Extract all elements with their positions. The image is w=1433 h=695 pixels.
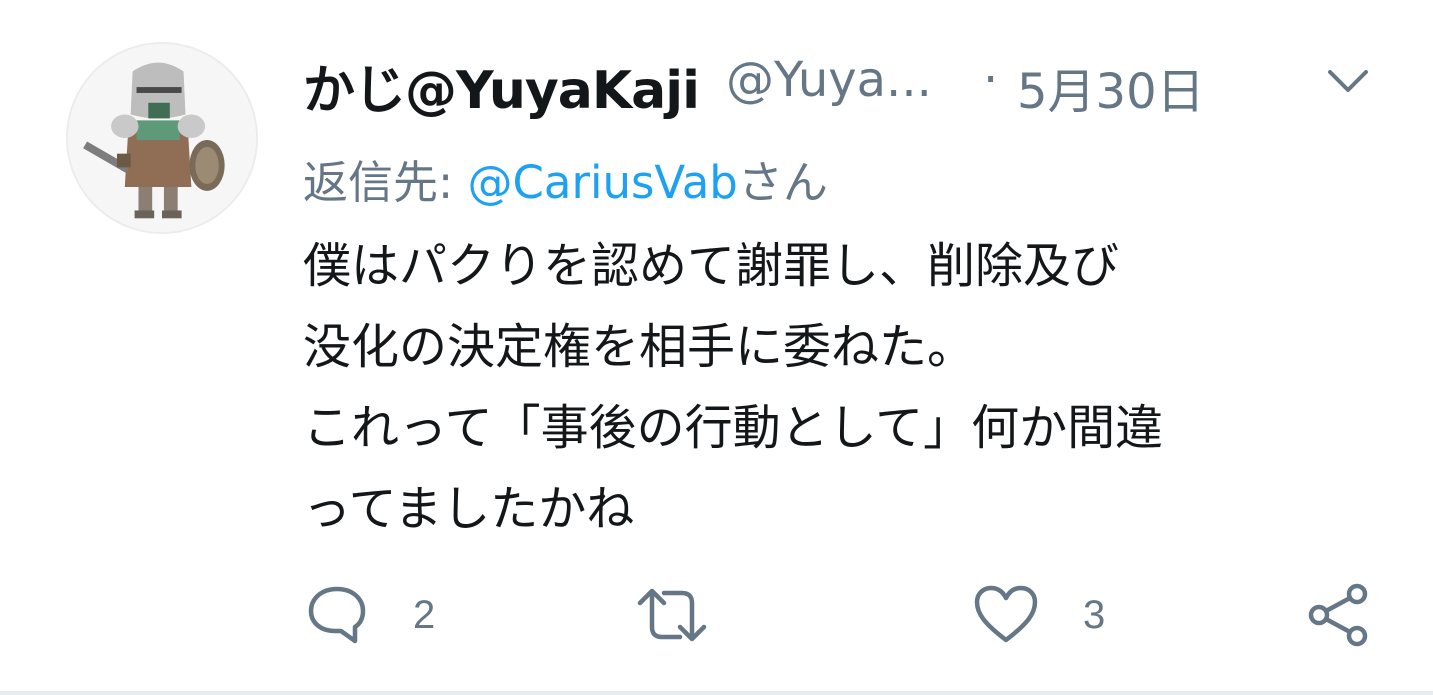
display-name[interactable]: かじ@YuyaKaji <box>303 48 700 123</box>
reply-button[interactable]: 2 <box>305 580 435 650</box>
chevron-down-icon[interactable] <box>1326 66 1370 96</box>
tweet-date[interactable]: 5月30日 <box>1017 52 1205 122</box>
reply-count: 2 <box>413 592 436 637</box>
avatar[interactable] <box>66 42 258 234</box>
like-button[interactable]: 3 <box>973 580 1105 650</box>
tweet-actions: 2 3 <box>0 580 1433 650</box>
reply-prefix: 返信先: <box>303 156 468 209</box>
share-button[interactable] <box>1305 580 1371 650</box>
user-handle[interactable]: @Yuya... <box>726 52 932 108</box>
retweet-icon <box>637 588 707 642</box>
reply-to-line: 返信先: @CariusVabさん <box>303 146 828 211</box>
reply-suffix: さん <box>737 156 828 209</box>
tweet-header: かじ@YuyaKaji @Yuya... · 5月30日 <box>303 42 1383 122</box>
reply-icon <box>308 586 366 644</box>
reply-mention-link[interactable]: @CariusVab <box>467 156 737 209</box>
like-count: 3 <box>1083 592 1106 637</box>
tweet-card[interactable]: かじ@YuyaKaji @Yuya... · 5月30日 返信先: @Cariu… <box>0 0 1433 695</box>
retweet-button[interactable] <box>634 580 710 650</box>
divider <box>0 691 1433 695</box>
separator-dot: · <box>983 52 999 108</box>
knight-avatar <box>68 44 256 232</box>
tweet-text: 僕はパクりを認めて謝罪し、削除及び 没化の決定権を相手に委ねた。 これって「事後… <box>303 238 1164 537</box>
share-icon <box>1308 583 1368 647</box>
heart-icon <box>974 585 1038 643</box>
